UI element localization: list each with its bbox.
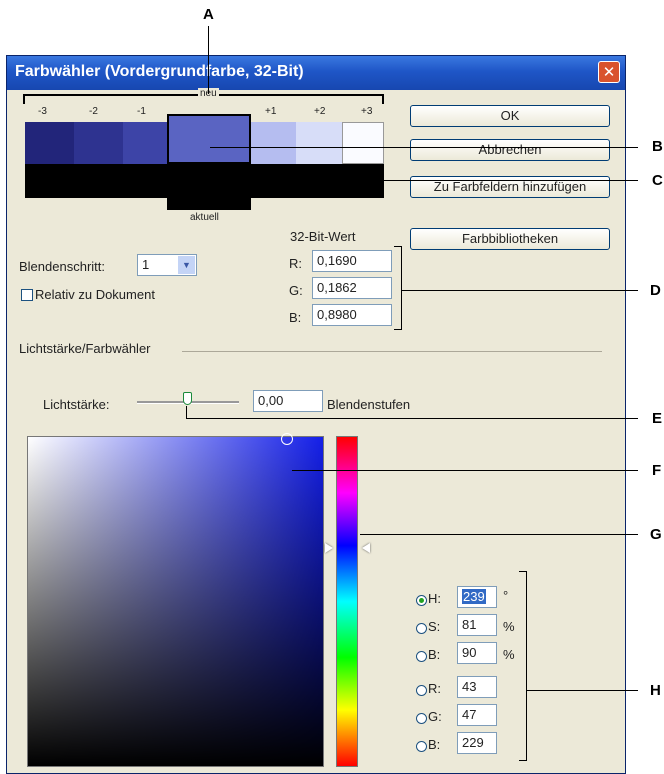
intensity-slider-thumb[interactable]	[183, 392, 192, 405]
section-divider	[182, 351, 602, 352]
bit-b-field[interactable]: 0,8980	[312, 304, 392, 326]
h-unit: °	[503, 588, 509, 603]
ok-button[interactable]: OK	[410, 105, 610, 127]
exposure-step-select[interactable]: 1 ▼	[137, 254, 197, 276]
swatch-plus2[interactable]	[296, 122, 342, 164]
leader-a	[208, 26, 209, 94]
intensity-field[interactable]: 0,00	[253, 390, 323, 412]
b-unit: %	[503, 647, 515, 662]
swatch-plus1[interactable]	[251, 122, 296, 164]
bit-g-label: G:	[289, 283, 303, 298]
current-label: aktuell	[190, 212, 219, 223]
step-minus1: -1	[137, 106, 146, 117]
blue-field[interactable]: 229	[457, 732, 497, 754]
hue-slider[interactable]	[336, 436, 358, 767]
title-bar: Farbwähler (Vordergrundfarbe, 32-Bit) ✕	[7, 56, 625, 90]
callout-a: A	[203, 6, 214, 23]
leader-b	[210, 147, 638, 148]
s-unit: %	[503, 619, 515, 634]
b-field[interactable]: 90	[457, 642, 497, 664]
current-color-swatch[interactable]	[167, 198, 251, 210]
bit-r-label: R:	[289, 256, 302, 271]
swatch-minus3[interactable]	[25, 122, 74, 164]
exposure-step-label: Blendenschritt:	[19, 259, 105, 274]
close-icon[interactable]: ✕	[598, 61, 620, 83]
step-minus3: -3	[38, 106, 47, 117]
color-field-marker[interactable]	[281, 433, 293, 445]
color-libraries-button[interactable]: Farbbibliotheken	[410, 228, 610, 250]
bit-r-field[interactable]: 0,1690	[312, 250, 392, 272]
hue-slider-right-arrow[interactable]	[362, 543, 370, 553]
callout-c: C	[652, 172, 663, 189]
h-label: H:	[428, 591, 441, 606]
g-radio[interactable]	[416, 713, 427, 724]
leader-h	[527, 690, 638, 691]
step-plus2: +2	[314, 106, 326, 117]
exposure-step-value: 1	[142, 257, 150, 272]
bit-value-heading: 32-Bit-Wert	[290, 229, 356, 244]
hsb-bracket	[519, 571, 527, 761]
current-color-strip	[25, 164, 384, 198]
s-label: S:	[428, 619, 441, 634]
cancel-button[interactable]: Abbrechen	[410, 139, 610, 161]
s-radio[interactable]	[416, 623, 427, 634]
leader-e-vert	[186, 406, 187, 418]
b-label: B:	[428, 647, 441, 662]
relative-checkbox[interactable]	[21, 289, 33, 301]
step-plus3: +3	[361, 106, 373, 117]
color-field[interactable]	[27, 436, 324, 767]
bit-bracket	[394, 246, 402, 330]
r-label: R:	[428, 681, 441, 696]
r-field[interactable]: 43	[457, 676, 497, 698]
intensity-label: Lichtstärke:	[43, 397, 110, 412]
blue-label: B:	[428, 737, 441, 752]
relative-label: Relativ zu Dokument	[35, 287, 155, 302]
intensity-unit: Blendenstufen	[327, 397, 411, 412]
h-radio[interactable]	[416, 595, 427, 606]
swatch-plus3[interactable]	[342, 122, 384, 164]
step-plus1: +1	[265, 106, 277, 117]
leader-d	[401, 290, 638, 291]
g-field[interactable]: 47	[457, 704, 497, 726]
callout-g: G	[650, 526, 662, 543]
r-radio[interactable]	[416, 685, 427, 696]
swatch-minus2[interactable]	[74, 122, 123, 164]
callout-d: D	[650, 282, 661, 299]
leader-g	[360, 534, 638, 535]
s-field[interactable]: 81	[457, 614, 497, 636]
window-title: Farbwähler (Vordergrundfarbe, 32-Bit)	[15, 63, 304, 80]
callout-f: F	[652, 462, 662, 479]
bit-g-field[interactable]: 0,1862	[312, 277, 392, 299]
h-value: 239	[462, 589, 486, 604]
callout-h: H	[650, 682, 661, 699]
h-field[interactable]: 239	[457, 586, 497, 608]
leader-e	[186, 418, 638, 419]
callout-e: E	[652, 410, 663, 427]
leader-c	[210, 180, 638, 181]
g-label: G:	[428, 709, 442, 724]
swatch-minus1[interactable]	[123, 122, 169, 164]
bit-b-label: B:	[289, 310, 302, 325]
callout-b: B	[652, 138, 663, 155]
new-color-swatch[interactable]	[167, 114, 251, 164]
blue-radio[interactable]	[416, 741, 427, 752]
section-label: Lichtstärke/Farbwähler	[19, 341, 151, 356]
b-radio[interactable]	[416, 651, 427, 662]
step-minus2: -2	[89, 106, 98, 117]
color-picker-dialog: Farbwähler (Vordergrundfarbe, 32-Bit) ✕ …	[6, 55, 626, 774]
chevron-down-icon[interactable]: ▼	[178, 256, 195, 274]
leader-f	[292, 470, 638, 471]
hue-slider-left-arrow[interactable]	[325, 543, 333, 553]
